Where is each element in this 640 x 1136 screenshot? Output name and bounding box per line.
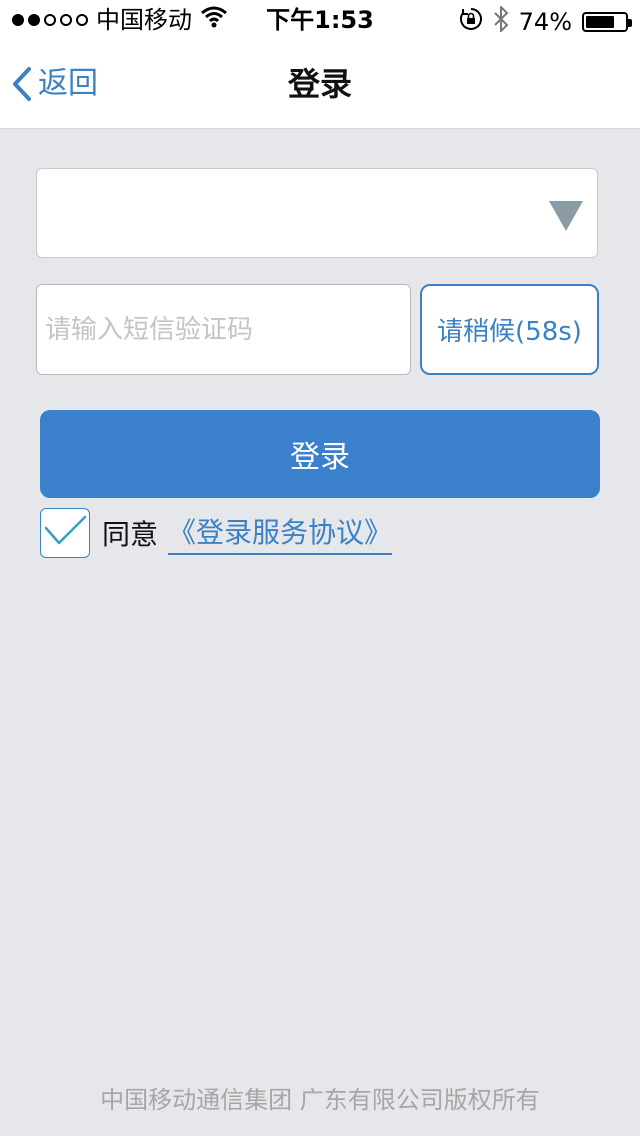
login-button[interactable]: 登录 xyxy=(40,410,600,498)
phone-number-select[interactable] xyxy=(36,168,598,258)
page-title: 登录 xyxy=(287,65,352,103)
battery-level-fill xyxy=(586,16,614,28)
checkmark-icon xyxy=(43,514,87,552)
dropdown-triangle-icon xyxy=(549,201,583,231)
battery-icon xyxy=(582,12,632,32)
agree-checkbox[interactable] xyxy=(40,508,90,558)
footer-copyright: 中国移动通信集团 广东有限公司版权所有 xyxy=(100,1086,540,1114)
agreement-row: 同意 《登录服务协议》 xyxy=(40,508,393,558)
rotation-lock-icon xyxy=(459,7,483,37)
resend-code-countdown-button[interactable]: 请稍候(58s) xyxy=(420,284,599,375)
battery-percent: 74% xyxy=(518,8,572,36)
agree-label: 同意 xyxy=(102,518,159,551)
navigation-bar: 返回 登录 xyxy=(0,40,640,129)
sms-code-input[interactable] xyxy=(36,284,411,375)
login-service-agreement-link[interactable]: 《登录服务协议》 xyxy=(168,511,393,555)
status-right: 74% xyxy=(459,4,632,38)
status-bar: 中国移动 下午1:53 74% xyxy=(0,0,640,40)
bluetooth-icon xyxy=(493,4,509,38)
